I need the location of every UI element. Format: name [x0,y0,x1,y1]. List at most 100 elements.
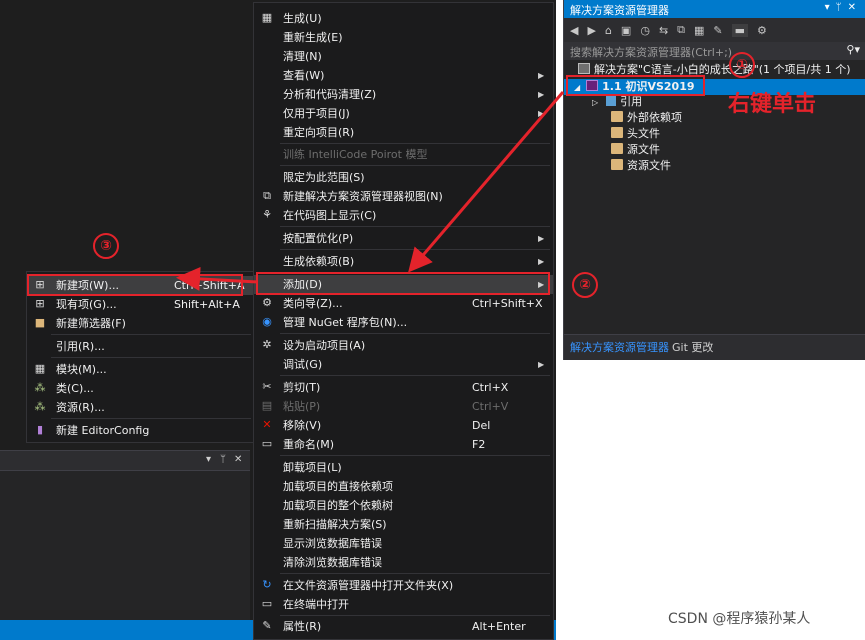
submenu-item-new-filter[interactable]: ■ 新建筛选器(F) [27,314,253,333]
menu-label: 在终端中打开 [283,598,349,611]
sync-icon[interactable]: ⇆ [659,24,668,37]
remove-icon: ✕ [262,418,272,431]
menu-separator [51,334,251,335]
tab-git-changes[interactable]: Git 更改 [668,337,717,357]
wrench-icon: ✎ [262,619,272,632]
close-icon[interactable]: ✕ [234,454,242,465]
menu-item-open-terminal[interactable]: ▭ 在终端中打开 [254,595,553,614]
submenu-item-resource[interactable]: ⁂ 资源(R)... [27,398,253,417]
home-icon[interactable]: ⌂ [605,24,612,37]
menu-label: 卸载项目(L) [283,461,342,474]
menu-label: 类向导(Z)... [283,297,343,310]
solution-icon [578,63,590,74]
menu-item-rescan[interactable]: 重新扫描解决方案(S) [254,515,553,534]
preview-icon[interactable]: ▬ [731,23,749,37]
menu-label: 显示浏览数据库错误 [283,537,382,550]
tree-item[interactable]: ▷ 引用 [564,94,865,110]
menu-item-class-wizard[interactable]: ⚙ 类向导(Z)... Ctrl+Shift+X [254,294,553,313]
tree-item[interactable]: 外部依赖项 [564,110,865,126]
menu-item-debug[interactable]: 调试(G) ▶ [254,355,553,374]
tree-label: 外部依赖项 [627,111,682,124]
wrench-icon[interactable]: ✎ [713,24,722,37]
dropdown-icon[interactable]: ▾ [206,454,211,465]
submenu-item-module[interactable]: ▦ 模块(M)... [27,360,253,379]
menu-item-cut[interactable]: ✂ 剪切(T) Ctrl+X [254,378,553,397]
menu-item-load-tree[interactable]: 加载项目的整个依赖树 [254,496,553,515]
menu-item-build[interactable]: ▦ 生成(U) [254,9,553,28]
pin-icon[interactable]: ᛘ [220,454,226,465]
menu-item-remove[interactable]: ✕ 移除(V) Del [254,416,553,435]
editorconfig-icon: ▮ [36,423,44,436]
menu-item-new-view[interactable]: ⧉ 新建解决方案资源管理器视图(N) [254,187,553,206]
menu-label: 调试(G) [283,358,323,371]
tree-item[interactable]: 资源文件 [564,158,865,174]
menu-item-clean[interactable]: 清理(N) [254,47,553,66]
menu-label: 训练 IntelliCode Poirot 模型 [283,148,428,161]
menu-item-show-db-errors[interactable]: 显示浏览数据库错误 [254,534,553,553]
menu-item-scope[interactable]: 限定为此范围(S) [254,168,553,187]
menu-item-properties[interactable]: ✎ 属性(R) Alt+Enter [254,617,553,636]
menu-item-nuget[interactable]: ◉ 管理 NuGet 程序包(N)... [254,313,553,332]
pin-icon[interactable]: ᛘ [836,2,848,13]
submenu-item-existing-item[interactable]: ⊞ 现有项(G)... Shift+Alt+A [27,295,253,314]
show-files-icon[interactable]: ▦ [694,24,704,37]
class-wizard-icon: ⚙ [262,296,272,309]
menu-label: 重命名(M) [283,438,335,451]
menu-item-load-direct[interactable]: 加载项目的直接依赖项 [254,477,553,496]
menu-item-view[interactable]: 查看(W) ▶ [254,66,553,85]
search-icon[interactable]: ⚲▾ [846,43,860,56]
folder-icon [611,127,623,138]
menu-separator [51,418,251,419]
existing-item-icon: ⊞ [35,297,45,310]
collapse-icon[interactable]: ⧉ [677,23,685,37]
switch-view-icon[interactable]: ▣ [621,24,631,37]
build-icon: ▦ [261,11,273,24]
context-menu: ▦ 生成(U) 重新生成(E) 清理(N) 查看(W) ▶ 分析和代码清理(Z) ▶ … [253,2,554,640]
menu-item-open-folder[interactable]: ↻ 在文件资源管理器中打开文件夹(X) [254,576,553,595]
menu-item-rename[interactable]: ▭ 重命名(M) F2 [254,435,553,454]
forward-icon[interactable]: ▶ [587,24,595,37]
nuget-icon: ◉ [262,315,272,328]
collapse-arrow-icon[interactable]: ▷ [592,98,598,107]
menu-item-rebuild[interactable]: 重新生成(E) [254,28,553,47]
menu-item-unload[interactable]: 卸载项目(L) [254,458,553,477]
step-marker-3: ③ [93,233,119,259]
dropdown-icon[interactable]: ▾ [825,2,836,13]
menu-item-pgo[interactable]: 按配置优化(P) ▶ [254,229,553,248]
menu-item-retarget[interactable]: 重定向项目(R) [254,123,553,142]
history-icon[interactable]: ◷ [640,24,650,37]
menu-label: 加载项目的整个依赖树 [283,499,393,512]
submenu-item-editorconfig[interactable]: ▮ 新建 EditorConfig [27,421,253,440]
menu-label: 属性(R) [283,620,322,633]
menu-item-dependencies[interactable]: 生成依赖项(B) ▶ [254,252,553,271]
menu-label: 类(C)... [56,382,94,395]
close-icon[interactable]: ✕ [848,2,862,13]
solution-explorer: 解决方案资源管理器 ▾ᛘ✕ ◀ ▶ ⌂ ▣ ◷ ⇆ ⧉ ▦ ✎ ▬ ⚙ 搜索解决… [563,0,865,360]
menu-item-set-startup[interactable]: ✲ 设为启动项目(A) [254,336,553,355]
class-view-icon[interactable]: ⚙ [757,24,767,37]
tree-item[interactable]: 头文件 [564,126,865,142]
solution-explorer-toolbar: ◀ ▶ ⌂ ▣ ◷ ⇆ ⧉ ▦ ✎ ▬ ⚙ [564,18,865,42]
menu-item-paste: ▤ 粘贴(P) Ctrl+V [254,397,553,416]
menu-shortcut: Del [472,419,491,432]
submenu-item-class[interactable]: ⁂ 类(C)... [27,379,253,398]
menu-item-analyze[interactable]: 分析和代码清理(Z) ▶ [254,85,553,104]
menu-item-clear-db-errors[interactable]: 清除浏览数据库错误 [254,553,553,572]
class-icon: ⁂ [34,381,46,394]
menu-separator [280,165,550,166]
menu-item-intellicode: 训练 IntelliCode Poirot 模型 [254,145,553,164]
menu-shortcut: Alt+Enter [472,620,526,633]
menu-separator [280,455,550,456]
menu-shortcut: Ctrl+Shift+X [472,297,543,310]
search-input[interactable]: 搜索解决方案资源管理器(Ctrl+;) ⚲▾ [564,42,865,60]
submenu-item-reference[interactable]: 引用(R)... [27,337,253,356]
menu-shortcut: F2 [472,438,486,451]
tab-solution-explorer[interactable]: 解决方案资源管理器 [566,337,673,357]
menu-item-project-only[interactable]: 仅用于项目(J) ▶ [254,104,553,123]
tree-item[interactable]: 源文件 [564,142,865,158]
folder-icon [611,159,623,170]
menu-label: 新建筛选器(F) [56,317,126,330]
back-icon[interactable]: ◀ [570,24,578,37]
right-click-label: 右键单击 [728,92,817,117]
menu-item-code-map[interactable]: ⚘ 在代码图上显示(C) [254,206,553,225]
